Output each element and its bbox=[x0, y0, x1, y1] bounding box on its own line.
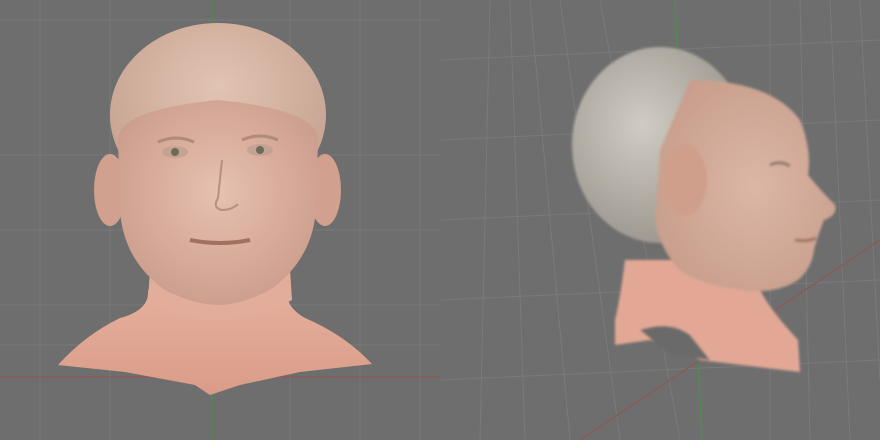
head-front-model[interactable] bbox=[58, 23, 372, 395]
face bbox=[118, 100, 318, 305]
head-side-model[interactable] bbox=[572, 47, 836, 372]
viewport-front[interactable] bbox=[0, 0, 440, 440]
y-axis-line-lower bbox=[697, 359, 703, 440]
iris-right bbox=[256, 146, 264, 154]
iris-left bbox=[171, 148, 179, 156]
ear-side bbox=[663, 144, 707, 216]
viewport-side-canvas[interactable] bbox=[440, 0, 880, 440]
viewport-front-canvas[interactable] bbox=[0, 0, 440, 440]
viewport-side[interactable] bbox=[440, 0, 880, 440]
blender-3d-viewports bbox=[0, 0, 880, 440]
